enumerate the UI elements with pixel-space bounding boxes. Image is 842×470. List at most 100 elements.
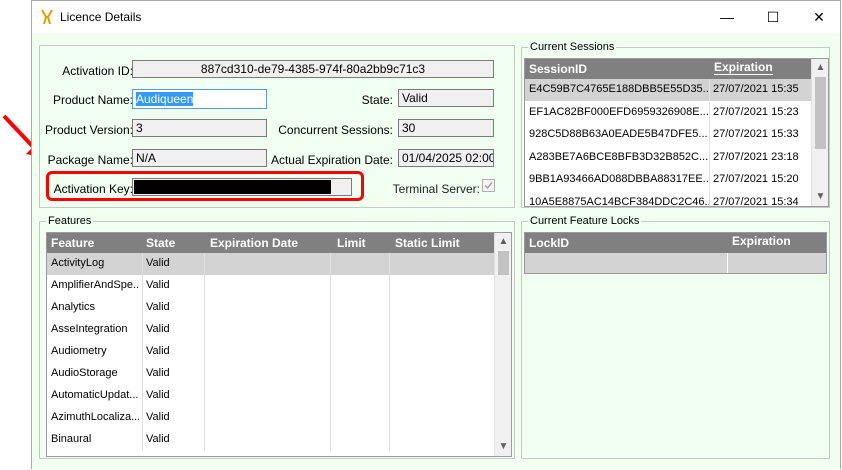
feature-row[interactable]: AzimuthLocaliza... Valid xyxy=(47,407,494,429)
features-scrollbar[interactable]: ▲ ▼ xyxy=(494,233,511,456)
column-divider xyxy=(204,253,205,275)
session-expiration-cell: 27/07/2021 15:23 xyxy=(713,105,799,118)
product-version-label: Product Version: xyxy=(44,123,133,137)
column-divider xyxy=(709,169,710,191)
col-session-id[interactable]: SessionID xyxy=(529,62,587,76)
activation-id-field[interactable]: 887cd310-de79-4385-974f-80a2bb9c71c3 xyxy=(132,60,494,78)
col-expiration[interactable]: Expiration xyxy=(714,60,773,75)
features-header: Feature State Expiration Date Limit Stat… xyxy=(47,233,495,253)
col-expiration-date[interactable]: Expiration Date xyxy=(210,236,298,250)
client-area: Activation ID: 887cd310-de79-4385-974f-8… xyxy=(32,33,840,469)
feature-row[interactable]: AudioStorage Valid xyxy=(47,363,494,385)
feature-name-cell: Analytics xyxy=(51,301,96,313)
product-name-field[interactable]: Audiqueen xyxy=(132,89,267,109)
session-expiration-cell: 27/07/2021 15:34 xyxy=(713,195,799,207)
col-limit[interactable]: Limit xyxy=(337,236,366,250)
column-divider xyxy=(204,429,205,451)
scroll-down-icon[interactable]: ▼ xyxy=(495,441,511,452)
column-divider xyxy=(204,297,205,319)
feature-lock-empty-row[interactable] xyxy=(525,253,826,273)
column-divider xyxy=(709,79,710,101)
column-divider xyxy=(389,341,390,363)
column-divider xyxy=(142,385,143,407)
column-divider xyxy=(142,275,143,297)
title-bar: Licence Details — ☐ ✕ xyxy=(32,1,840,33)
col-state[interactable]: State xyxy=(146,236,175,250)
session-row[interactable]: 10A5E8875AC14BCF384DDC2C46... 27/07/2021 … xyxy=(525,191,811,207)
column-divider xyxy=(330,275,331,297)
col-lock-id[interactable]: LockID xyxy=(529,236,569,250)
feature-state-cell: Valid xyxy=(146,301,170,313)
session-expiration-cell: 27/07/2021 15:33 xyxy=(713,128,799,140)
feature-row[interactable]: AmplifierAndSpe... Valid xyxy=(47,275,494,297)
sessions-scrollbar[interactable]: ▲ ▼ xyxy=(811,59,828,206)
column-divider xyxy=(389,319,390,341)
session-row[interactable]: A283BE7A6BCE8BFB3D32B852C... 27/07/2021 2… xyxy=(525,146,811,169)
state-field[interactable]: Valid xyxy=(398,89,494,107)
feature-state-cell: Valid xyxy=(146,345,170,357)
column-divider xyxy=(142,363,143,385)
col-static-limit[interactable]: Static Limit xyxy=(395,236,460,250)
session-expiration-cell: 27/07/2021 15:35 xyxy=(713,83,799,95)
session-row[interactable]: E4C59B7C4765E188DBB5E55D35... 27/07/2021 … xyxy=(525,79,811,101)
session-row[interactable]: EF1AC82BF000EFD6959326908E... 27/07/2021 … xyxy=(525,101,811,124)
feature-row[interactable]: ActivityLog Valid xyxy=(47,253,494,275)
minimize-button[interactable]: — xyxy=(704,1,750,33)
features-scroll-thumb[interactable] xyxy=(498,251,509,275)
column-divider xyxy=(389,429,390,451)
column-divider xyxy=(204,319,205,341)
scroll-up-icon[interactable]: ▲ xyxy=(812,62,828,73)
product-name-label: Product Name: xyxy=(52,93,133,107)
column-divider xyxy=(142,319,143,341)
column-divider xyxy=(389,253,390,275)
feature-row[interactable]: Analytics Valid xyxy=(47,297,494,319)
terminal-server-label: Terminal Server: xyxy=(392,182,480,196)
feature-state-cell: Valid xyxy=(146,433,170,445)
column-divider xyxy=(142,341,143,363)
package-name-field[interactable]: N/A xyxy=(132,149,267,167)
feature-state-cell: Valid xyxy=(146,389,170,401)
session-row[interactable]: 9BB1A93466AD088DBBA88317EE... 27/07/2021 … xyxy=(525,169,811,191)
concurrent-sessions-field[interactable]: 30 xyxy=(398,119,494,137)
feature-row[interactable]: AsseIntegration Valid xyxy=(47,319,494,341)
sessions-scroll-thumb[interactable] xyxy=(815,77,826,149)
column-divider xyxy=(204,385,205,407)
window-title: Licence Details xyxy=(60,10,142,24)
actual-expiration-field[interactable]: 01/04/2025 02:00 xyxy=(398,149,494,167)
column-divider xyxy=(204,407,205,429)
feature-row[interactable]: Binaural Valid xyxy=(47,429,494,451)
feature-row[interactable]: Audiometry Valid xyxy=(47,341,494,363)
feature-name-cell: AsseIntegration xyxy=(51,323,128,335)
column-divider xyxy=(389,363,390,385)
feature-state-cell: Valid xyxy=(146,257,170,269)
feature-state-cell: Valid xyxy=(146,411,170,423)
maximize-button[interactable]: ☐ xyxy=(750,1,796,33)
concurrent-sessions-label: Concurrent Sessions: xyxy=(278,123,393,137)
feature-locks-grid: LockID Expiration xyxy=(524,232,827,274)
close-button[interactable]: ✕ xyxy=(796,1,842,33)
col-lock-expiration[interactable]: Expiration xyxy=(732,234,791,248)
feature-name-cell: Binaural xyxy=(51,433,92,445)
features-title: Features xyxy=(46,214,94,228)
product-name-value: Audiqueen xyxy=(136,92,194,106)
feature-row[interactable]: AutomaticUpdat... Valid xyxy=(47,385,494,407)
terminal-server-checkbox[interactable] xyxy=(482,179,495,192)
session-id-cell: E4C59B7C4765E188DBB5E55D35... xyxy=(529,83,709,95)
scroll-down-icon[interactable]: ▼ xyxy=(812,191,828,202)
scroll-up-icon[interactable]: ▲ xyxy=(495,236,511,247)
column-divider xyxy=(330,253,331,275)
sessions-grid: SessionID Expiration E4C59B7C4765E188DBB… xyxy=(524,58,829,207)
col-feature[interactable]: Feature xyxy=(51,236,94,250)
state-label: State: xyxy=(361,93,393,107)
session-id-cell: 9BB1A93466AD088DBBA88317EE... xyxy=(529,173,709,185)
feature-state-cell: Valid xyxy=(146,323,170,335)
column-divider xyxy=(389,275,390,297)
column-divider xyxy=(330,385,331,407)
session-row[interactable]: 928C5D88B63A0EADE5B47DFE5... 27/07/2021 1… xyxy=(525,124,811,146)
session-expiration-cell: 27/07/2021 23:18 xyxy=(713,150,799,163)
feature-name-cell: ActivityLog xyxy=(51,257,105,269)
feature-state-cell: Valid xyxy=(146,367,170,379)
feature-locks-header: LockID Expiration xyxy=(525,233,826,253)
product-version-field[interactable]: 3 xyxy=(132,119,267,137)
column-divider xyxy=(330,363,331,385)
